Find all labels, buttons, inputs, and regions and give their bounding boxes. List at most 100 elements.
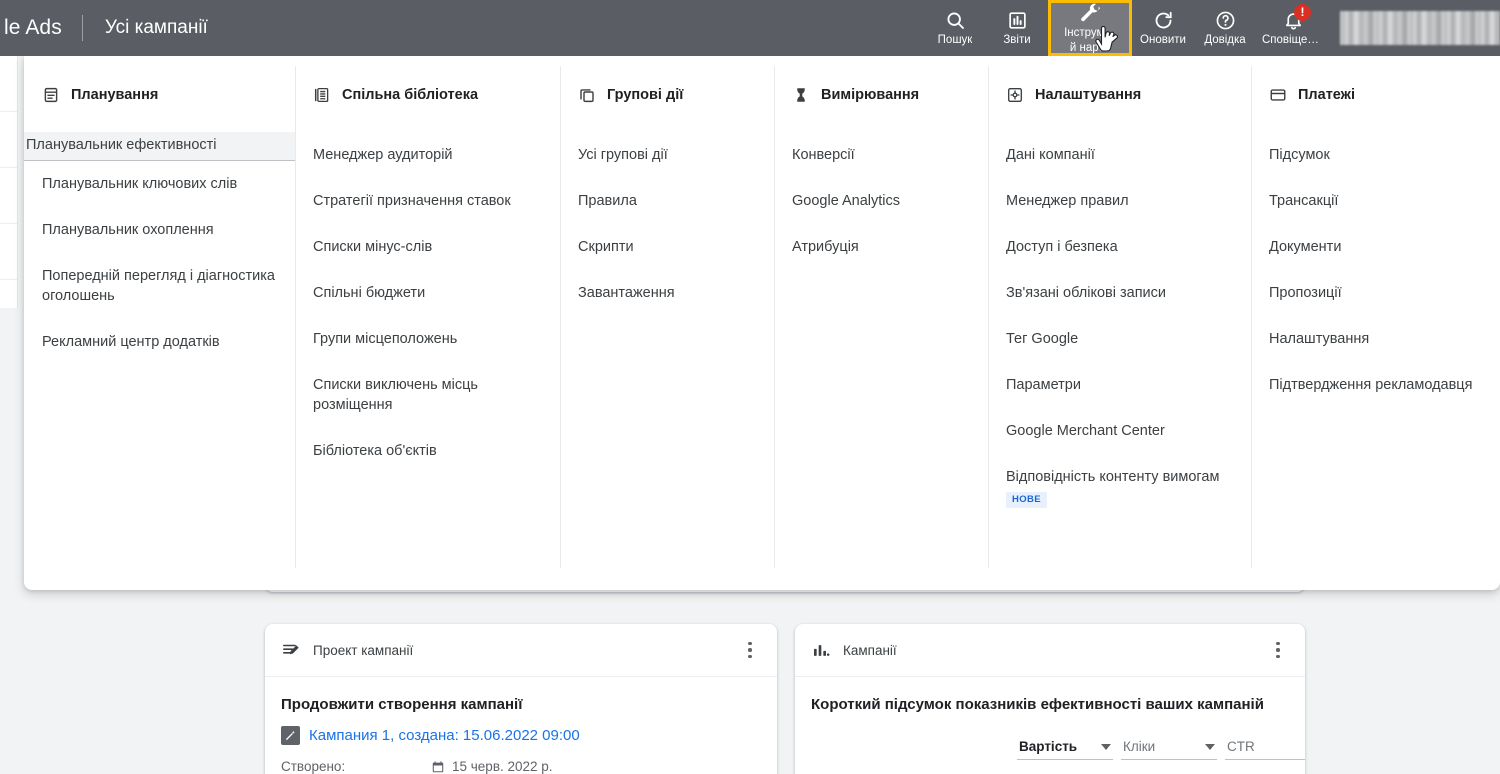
draft-created-value: 15 черв. 2022 р.: [452, 759, 553, 774]
menu-item-placement-exclusion-lists[interactable]: Списки виключень місць розміщення: [295, 362, 560, 428]
menu-item-negative-keyword-lists[interactable]: Списки мінус-слів: [295, 224, 560, 270]
menu-item-access-and-security[interactable]: Доступ і безпека: [988, 224, 1251, 270]
menu-column-header: Планування: [24, 82, 295, 108]
menu-item-google-tag[interactable]: Тег Google: [988, 316, 1251, 362]
more-options-icon[interactable]: [739, 639, 761, 661]
reports-label: Звіти: [1003, 34, 1031, 47]
layers-icon: [578, 86, 596, 104]
menu-item-audience-manager[interactable]: Менеджер аудиторій: [295, 132, 560, 178]
metric-select-clicks[interactable]: Кліки: [1121, 736, 1217, 760]
draft-link-row[interactable]: Кампания 1, создана: 15.06.2022 09:00: [281, 726, 761, 745]
menu-column-title: Спільна бібліотека: [342, 87, 479, 103]
menu-item-summary[interactable]: Підсумок: [1251, 132, 1500, 178]
menu-item-advertiser-verification[interactable]: Підтвердження рекламодавця: [1251, 362, 1500, 408]
topbar-tools: Пошук Звіти Інструм… й нар… Оновити Дові…: [924, 0, 1500, 56]
menu-column-title: Групові дії: [607, 87, 684, 103]
tools-and-settings-menu: Планування Планувальник ефективності Пла…: [24, 56, 1500, 590]
draft-edit-icon: [281, 640, 301, 660]
search-button[interactable]: Пошук: [924, 0, 986, 56]
card-heading: Продовжити створення кампанії: [281, 696, 523, 713]
menu-column-shared-library: Спільна бібліотека Менеджер аудиторій Ст…: [295, 56, 560, 590]
menu-item-promotions[interactable]: Пропозиції: [1251, 270, 1500, 316]
account-label: Усі кампанії: [104, 17, 208, 38]
menu-item-location-groups[interactable]: Групи місцеположень: [295, 316, 560, 362]
menu-item-billing-settings[interactable]: Налаштування: [1251, 316, 1500, 362]
metric-select-ctr[interactable]: CTR: [1225, 736, 1305, 760]
card-title: Проект кампанії: [313, 642, 414, 658]
notification-badge: !: [1294, 4, 1311, 21]
left-nav-rail: [0, 56, 18, 308]
menu-item-business-data[interactable]: Дані компанії: [988, 132, 1251, 178]
more-options-icon[interactable]: [1267, 639, 1289, 661]
metric-selector-row: Вартість Кліки CTR: [811, 736, 1305, 760]
menu-item-scripts[interactable]: Скрипти: [560, 224, 774, 270]
menu-item-google-merchant-center[interactable]: Google Merchant Center: [988, 408, 1251, 454]
notifications-button[interactable]: ! Сповіщення: [1256, 0, 1330, 56]
menu-column-title: Налаштування: [1035, 87, 1142, 103]
card-title: Кампанії: [843, 642, 897, 658]
search-label: Пошук: [937, 34, 973, 47]
menu-item-asset-library[interactable]: Бібліотека об'єктів: [295, 428, 560, 474]
menu-item-transactions[interactable]: Трансакції: [1251, 178, 1500, 224]
new-badge: НОВЕ: [1006, 492, 1048, 508]
menu-column-billing: Платежі Підсумок Трансакції Документи Пр…: [1251, 56, 1500, 590]
menu-item-performance-planner[interactable]: Планувальник ефективності: [24, 132, 295, 161]
menu-item-label: Відповідність контенту вимогам: [1006, 469, 1220, 485]
reports-button[interactable]: Звіти: [986, 0, 1048, 56]
menu-item-reach-planner[interactable]: Планувальник охоплення: [24, 207, 295, 253]
menu-item-conversions[interactable]: Конверсії: [774, 132, 988, 178]
draft-created-label: Створено:: [281, 759, 346, 774]
menu-item-app-advertising-hub[interactable]: Рекламний центр додатків: [24, 319, 295, 365]
menu-column-title: Планування: [71, 87, 159, 103]
card-header: Кампанії: [795, 624, 1305, 677]
refresh-button[interactable]: Оновити: [1132, 0, 1194, 56]
rail-row[interactable]: [0, 112, 17, 168]
calendar-icon: [431, 760, 445, 774]
menu-column-measurement: Вимірювання Конверсії Google Analytics А…: [774, 56, 988, 590]
credit-card-icon: [1269, 86, 1287, 104]
menu-item-all-bulk-actions[interactable]: Усі групові дії: [560, 132, 774, 178]
library-icon: [313, 86, 331, 104]
menu-item-rules[interactable]: Правила: [560, 178, 774, 224]
tools-label-line2: й нар…: [1069, 42, 1111, 54]
menu-column-header: Вимірювання: [774, 82, 988, 108]
draft-created-row: Створено: 15 черв. 2022 р.: [281, 759, 761, 774]
card-body: Продовжити створення кампанії Кампания 1…: [265, 677, 777, 774]
account-switcher-redacted[interactable]: [1340, 11, 1500, 45]
menu-item-uploads[interactable]: Завантаження: [560, 270, 774, 316]
tools-and-settings-button[interactable]: Інструм… й нар…: [1048, 0, 1132, 56]
metric-select-cost[interactable]: Вартість: [1017, 736, 1113, 760]
menu-item-bid-strategies[interactable]: Стратегії призначення ставок: [295, 178, 560, 224]
menu-item-documents[interactable]: Документи: [1251, 224, 1500, 270]
tools-label: Інструм…: [1064, 27, 1116, 39]
menu-item-google-analytics[interactable]: Google Analytics: [774, 178, 988, 224]
menu-column-header: Групові дії: [560, 82, 774, 108]
rail-row[interactable]: [0, 224, 17, 280]
menu-item-content-suitability[interactable]: Відповідність контенту вимогам НОВЕ: [988, 454, 1251, 521]
menu-item-keyword-planner[interactable]: Планувальник ключових слів: [24, 161, 295, 207]
menu-item-linked-accounts[interactable]: Зв'язані облікові записи: [988, 270, 1251, 316]
search-icon: [945, 9, 966, 31]
card-header: Проект кампанії: [265, 624, 777, 677]
menu-column-title: Вимірювання: [821, 87, 920, 103]
draft-campaign-link[interactable]: Кампания 1, создана: 15.06.2022 09:00: [309, 727, 580, 744]
menu-item-preferences[interactable]: Параметри: [988, 362, 1251, 408]
campaigns-summary-card: Кампанії Короткий підсумок показників еф…: [795, 624, 1305, 774]
rail-row[interactable]: [0, 56, 17, 112]
menu-item-attribution[interactable]: Атрибуція: [774, 224, 988, 270]
brand-name: le Ads: [4, 16, 62, 39]
reports-icon: [1007, 9, 1028, 31]
menu-column-header: Налаштування: [988, 82, 1251, 108]
metric-select-label: Кліки: [1123, 739, 1156, 754]
help-label: Довідка: [1204, 34, 1246, 47]
brand: le Ads Усі кампанії: [0, 0, 208, 56]
chevron-down-icon: [1205, 743, 1215, 750]
menu-item-policy-manager[interactable]: Менеджер правил: [988, 178, 1251, 224]
help-button[interactable]: Довідка: [1194, 0, 1256, 56]
menu-column-bulk-actions: Групові дії Усі групові дії Правила Скри…: [560, 56, 774, 590]
chevron-down-icon: [1101, 743, 1111, 750]
menu-item-ad-preview-diagnosis[interactable]: Попередній перегляд і діагностика оголош…: [24, 253, 295, 319]
menu-item-shared-budgets[interactable]: Спільні бюджети: [295, 270, 560, 316]
rail-row[interactable]: [0, 168, 17, 224]
notifications-label: Сповіщення: [1262, 34, 1324, 47]
